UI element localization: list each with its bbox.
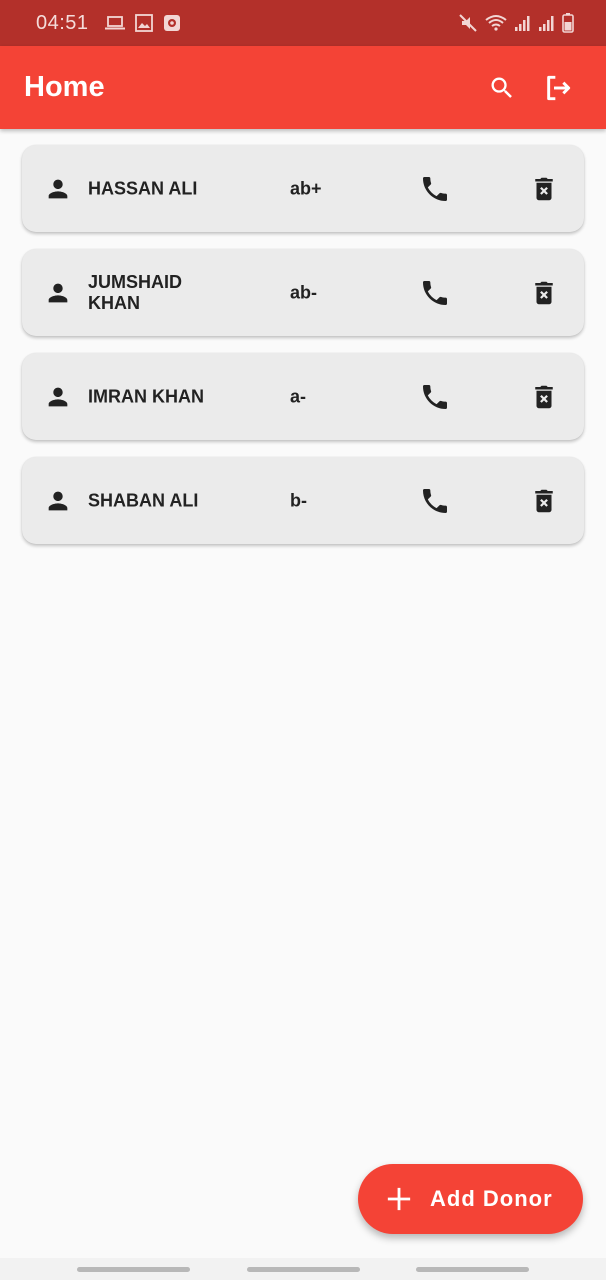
donor-blood-group: ab- xyxy=(290,282,317,302)
add-donor-button[interactable]: Add Donor xyxy=(358,1164,583,1234)
donor-blood-group: a- xyxy=(290,386,307,406)
donor-card[interactable]: JUMSHAID KHAN ab- xyxy=(22,249,584,336)
signal-icon-2 xyxy=(538,14,556,32)
delete-icon xyxy=(535,177,553,200)
phone-icon xyxy=(423,384,447,409)
person-icon xyxy=(48,387,68,406)
call-button[interactable] xyxy=(418,172,452,206)
app-bar: Home xyxy=(0,46,606,129)
delete-icon xyxy=(535,385,553,408)
plus-icon xyxy=(387,1187,411,1211)
donor-card[interactable]: HASSAN ALI ab+ xyxy=(22,145,584,232)
nav-back-button[interactable] xyxy=(416,1266,529,1272)
donor-name: SHABAN ALI xyxy=(88,490,199,510)
wifi-icon xyxy=(484,13,508,33)
person-icon xyxy=(48,283,68,302)
phone-icon xyxy=(423,280,447,305)
person-icon xyxy=(48,179,68,198)
donor-name: HASSAN ALI xyxy=(88,178,198,198)
donor-list: HASSAN ALI ab+ JUMSHAID KHAN ab- IMRAN K… xyxy=(22,145,584,561)
call-button[interactable] xyxy=(418,484,452,518)
delete-icon xyxy=(535,281,553,304)
call-button[interactable] xyxy=(418,380,452,414)
delete-icon xyxy=(535,489,553,512)
donor-name: IMRAN KHAN xyxy=(88,386,204,406)
app-notification-icon xyxy=(163,14,181,32)
page-title: Home xyxy=(24,71,105,103)
add-donor-label: Add Donor xyxy=(430,1186,553,1211)
donor-blood-group: ab+ xyxy=(290,178,322,198)
donor-card[interactable]: IMRAN KHAN a- xyxy=(22,353,584,440)
donor-name: JUMSHAID KHAN xyxy=(88,271,183,313)
system-nav-bar xyxy=(0,1258,606,1280)
signal-icon xyxy=(514,14,532,32)
delete-button[interactable] xyxy=(527,484,561,518)
battery-icon xyxy=(562,13,574,33)
donor-card[interactable]: SHABAN ALI b- xyxy=(22,457,584,544)
image-icon xyxy=(134,14,153,32)
logout-icon xyxy=(547,75,571,100)
phone-icon xyxy=(423,488,447,513)
nav-recent-button[interactable] xyxy=(77,1266,190,1272)
search-button[interactable] xyxy=(478,64,526,112)
status-time: 04:51 xyxy=(36,11,89,34)
person-icon xyxy=(48,491,68,510)
search-icon xyxy=(491,77,512,98)
delete-button[interactable] xyxy=(527,380,561,414)
status-bar: 04:51 xyxy=(0,0,606,46)
donor-blood-group: b- xyxy=(290,490,307,510)
delete-button[interactable] xyxy=(527,276,561,310)
delete-button[interactable] xyxy=(527,172,561,206)
nav-home-button[interactable] xyxy=(246,1266,360,1272)
phone-icon xyxy=(423,176,447,201)
logout-button[interactable] xyxy=(534,64,582,112)
laptop-icon xyxy=(104,15,125,31)
call-button[interactable] xyxy=(418,276,452,310)
mute-icon xyxy=(458,13,478,33)
